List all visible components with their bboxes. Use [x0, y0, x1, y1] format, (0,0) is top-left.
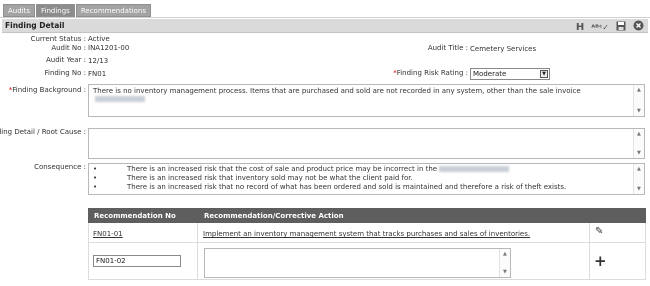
consequence-item: There is an increased risk that inventor… — [93, 174, 630, 183]
audit-title-value: Cemetery Services — [470, 45, 537, 53]
scroll-up-icon[interactable]: ▲ — [637, 87, 641, 93]
redacted-text — [95, 96, 145, 102]
finding-background-label-text: Finding Background : — [12, 86, 86, 94]
scrollbar[interactable]: ▲ ▼ — [633, 129, 644, 158]
tab-divider — [0, 17, 650, 18]
recommendation-action-link[interactable]: Implement an inventory management system… — [203, 230, 530, 238]
cell-divider — [589, 243, 590, 279]
consequence-textarea[interactable]: There is an increased risk that the cost… — [88, 163, 645, 195]
finding-detail-header: Finding Detail H ᴬᴮᶜ✓ — [2, 19, 648, 33]
finding-risk-rating-select[interactable]: Moderate ▼ — [470, 68, 550, 80]
close-circle-icon[interactable] — [633, 20, 644, 35]
cell-divider — [197, 223, 198, 242]
finding-risk-rating-label: *Finding Risk Rating : — [393, 69, 468, 77]
save-icon[interactable] — [616, 21, 626, 35]
scrollbar[interactable]: ▲ ▼ — [633, 85, 644, 116]
current-status-label: Current Status : — [30, 35, 86, 43]
consequence-item-text: There is an increased risk that inventor… — [127, 174, 413, 182]
audit-no-label: Audit No : — [51, 44, 86, 52]
consequence-item-text: There is an increased risk that no recor… — [127, 183, 567, 191]
tab-recommendations[interactable]: Recommendations — [75, 4, 152, 17]
redacted-text — [439, 166, 510, 172]
header-toolbar: H ᴬᴮᶜ✓ — [576, 20, 644, 35]
audit-title-label: Audit Title : — [427, 44, 468, 52]
finding-risk-rating-label-text: Finding Risk Rating : — [396, 69, 468, 77]
col-header-recommendation-no: Recommendation No — [94, 212, 176, 220]
consequence-item: There is an increased risk that the cost… — [93, 165, 630, 174]
section-title: Finding Detail — [5, 21, 65, 30]
chevron-down-icon[interactable]: ▼ — [540, 70, 548, 78]
finding-background-label: *Finding Background : — [9, 86, 86, 94]
consequence-list: There is an increased risk that the cost… — [93, 165, 630, 192]
scroll-up-icon[interactable]: ▲ — [637, 166, 641, 172]
finding-background-text: There is no inventory management process… — [93, 87, 581, 95]
finding-background-textarea[interactable]: There is no inventory management process… — [88, 84, 645, 117]
tab-bar: Audits Findings Recommendations — [3, 4, 152, 17]
finding-detail-label: Finding Detail / Root Cause : — [0, 128, 86, 136]
audit-year-value: 12/13 — [88, 57, 109, 65]
current-status-value: Active — [88, 35, 110, 43]
consequence-label: Consequence : — [34, 163, 86, 171]
table-row: FN01-01 Implement an inventory managemen… — [88, 223, 646, 243]
scrollbar[interactable]: ▲ ▼ — [633, 164, 644, 194]
cell-divider — [197, 243, 198, 279]
scroll-down-icon[interactable]: ▼ — [503, 269, 507, 275]
finding-no-label: Finding No : — [44, 69, 87, 77]
scroll-down-icon[interactable]: ▼ — [637, 186, 641, 192]
scrollbar[interactable]: ▲ ▼ — [499, 249, 510, 277]
scroll-up-icon[interactable]: ▲ — [637, 131, 641, 137]
h-icon[interactable]: H — [576, 22, 584, 34]
cell-divider — [589, 223, 590, 242]
audit-no-value: INA1201-00 — [88, 44, 130, 52]
tab-findings[interactable]: Findings — [36, 4, 75, 17]
recommendation-no-input[interactable]: FN01-02 — [93, 255, 181, 267]
audit-year-label: Audit Year : — [46, 56, 86, 64]
tab-audits[interactable]: Audits — [3, 4, 36, 17]
consequence-item-text: There is an increased risk that the cost… — [127, 165, 438, 173]
add-plus-icon[interactable]: + — [594, 254, 607, 269]
scroll-down-icon[interactable]: ▼ — [637, 108, 641, 114]
table-header: Recommendation No Recommendation/Correct… — [88, 208, 646, 223]
table-row-new: FN01-02 ▲ ▼ + — [88, 243, 646, 280]
recommendation-no-link[interactable]: FN01-01 — [93, 230, 123, 238]
spellcheck-icon[interactable]: ᴬᴮᶜ✓ — [591, 22, 609, 34]
edit-pencil-icon[interactable]: ✎ — [595, 226, 603, 237]
recommendation-action-textarea[interactable]: ▲ ▼ — [204, 248, 511, 278]
scroll-down-icon[interactable]: ▼ — [637, 150, 641, 156]
col-header-recommendation-action: Recommendation/Corrective Action — [204, 212, 344, 220]
scroll-up-icon[interactable]: ▲ — [503, 251, 507, 257]
finding-no-value: FN01 — [88, 70, 107, 78]
risk-rating-selected-value: Moderate — [473, 70, 507, 78]
recommendations-table: Recommendation No Recommendation/Correct… — [88, 208, 646, 280]
finding-detail-textarea[interactable]: ▲ ▼ — [88, 128, 645, 159]
consequence-item: There is an increased risk that no recor… — [93, 183, 630, 192]
